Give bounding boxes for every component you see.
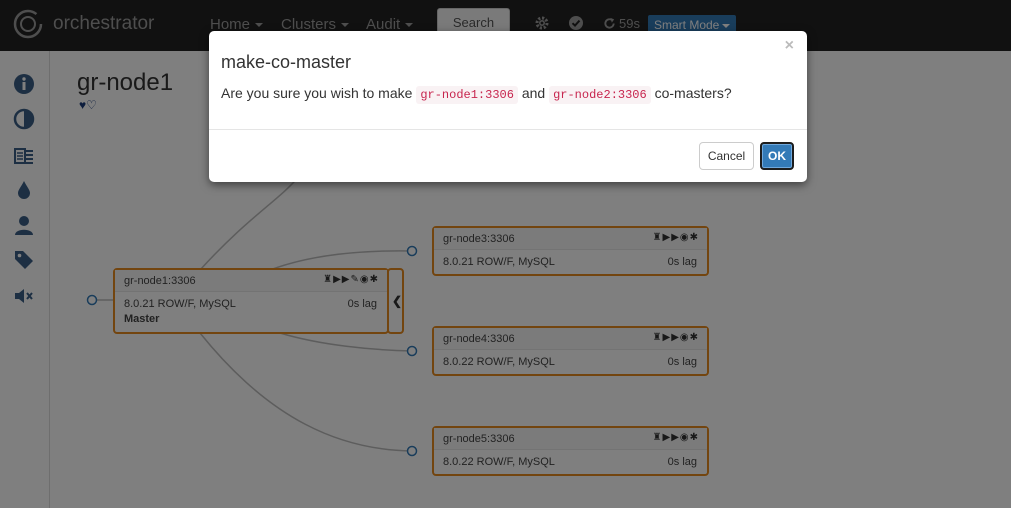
message-text: co-masters?: [650, 85, 732, 101]
message-text: Are you sure you wish to make: [221, 85, 417, 101]
host-code: gr-node2:3306: [549, 86, 651, 104]
close-icon[interactable]: ×: [785, 37, 794, 55]
host-code: gr-node1:3306: [416, 86, 518, 104]
cancel-button[interactable]: Cancel: [699, 142, 754, 170]
confirm-dialog: × make-co-master Are you sure you wish t…: [209, 31, 807, 182]
ok-button[interactable]: OK: [760, 142, 794, 170]
dialog-title: make-co-master: [221, 52, 352, 72]
message-text: and: [517, 85, 550, 101]
divider: [209, 129, 807, 130]
dialog-message: Are you sure you wish to make gr-node1:3…: [221, 84, 732, 104]
